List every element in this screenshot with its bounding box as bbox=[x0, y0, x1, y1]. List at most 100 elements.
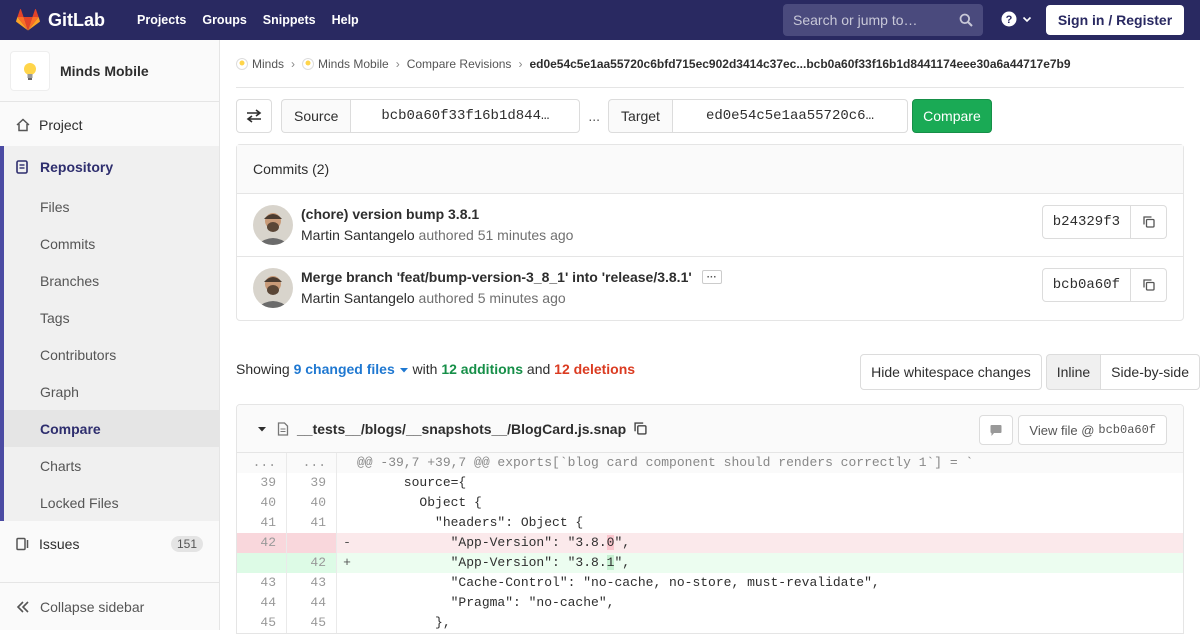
new-line-number[interactable]: 39 bbox=[287, 473, 337, 493]
copy-sha-button[interactable] bbox=[1131, 268, 1167, 302]
collapse-file-toggle[interactable] bbox=[257, 425, 267, 433]
diff-sign bbox=[337, 493, 357, 513]
comment-icon bbox=[990, 424, 1002, 436]
deletions-count: 12 deletions bbox=[554, 361, 636, 377]
side-by-side-view-button[interactable]: Side-by-side bbox=[1101, 354, 1200, 390]
sidebar-item-charts[interactable]: Charts bbox=[4, 447, 219, 484]
diff-sign bbox=[337, 593, 357, 613]
diff-file-header: __tests__/blogs/__snapshots__/BlogCard.j… bbox=[237, 405, 1183, 453]
help-dropdown[interactable]: ? bbox=[1001, 11, 1033, 27]
old-line-number[interactable]: 45 bbox=[237, 613, 287, 633]
sidebar-item-label: Issues bbox=[39, 536, 80, 552]
swap-revisions-button[interactable] bbox=[236, 99, 272, 133]
sidebar-item-commits[interactable]: Commits bbox=[4, 225, 219, 262]
nav-links: Projects Groups Snippets Help bbox=[129, 13, 367, 27]
inline-view-button[interactable]: Inline bbox=[1045, 354, 1102, 390]
new-line-number[interactable]: 42 bbox=[287, 553, 337, 573]
additions-count: 12 additions bbox=[441, 361, 524, 377]
diff-sign: - bbox=[343, 535, 351, 550]
new-line-number[interactable] bbox=[287, 533, 337, 553]
sidebar-item-graph[interactable]: Graph bbox=[4, 373, 219, 410]
diff-line: 45 45 }, bbox=[237, 613, 1183, 633]
diff-code: }, bbox=[357, 615, 451, 630]
sidebar-item-tags[interactable]: Tags bbox=[4, 299, 219, 336]
commit-title[interactable]: (chore) version bump 3.8.1 bbox=[301, 206, 479, 222]
old-line-number[interactable]: 44 bbox=[237, 593, 287, 613]
sidebar-item-locked-files[interactable]: Locked Files bbox=[4, 484, 219, 521]
copy-sha-button[interactable] bbox=[1131, 205, 1167, 239]
new-line-number[interactable]: 40 bbox=[287, 493, 337, 513]
view-file-button[interactable]: View file @ bcb0a60f bbox=[1018, 415, 1167, 445]
old-line-number[interactable]: 43 bbox=[237, 573, 287, 593]
home-icon bbox=[16, 118, 32, 132]
project-header[interactable]: Minds Mobile bbox=[0, 40, 219, 102]
nav-groups[interactable]: Groups bbox=[194, 13, 254, 27]
nav-help[interactable]: Help bbox=[324, 13, 367, 27]
new-line-number[interactable]: 43 bbox=[287, 573, 337, 593]
source-revision-dropdown[interactable]: bcb0a60f33f16b1d844… bbox=[350, 99, 581, 133]
sidebar-item-files[interactable]: Files bbox=[4, 188, 219, 225]
changed-files-dropdown[interactable]: 9 changed files bbox=[294, 361, 413, 377]
old-line-number[interactable]: 41 bbox=[237, 513, 287, 533]
avatar[interactable] bbox=[253, 205, 293, 245]
nav-projects[interactable]: Projects bbox=[129, 13, 194, 27]
commit-title[interactable]: Merge branch 'feat/bump-version-3_8_1' i… bbox=[301, 269, 722, 285]
new-line-number[interactable]: ... bbox=[287, 453, 337, 473]
commit-sha-button[interactable]: b24329f3 bbox=[1041, 205, 1131, 239]
search-icon[interactable] bbox=[959, 13, 973, 27]
hide-whitespace-button[interactable]: Hide whitespace changes bbox=[860, 354, 1042, 390]
sign-in-button[interactable]: Sign in / Register bbox=[1046, 5, 1184, 35]
commit-sha-button[interactable]: bcb0a60f bbox=[1041, 268, 1131, 302]
view-file-sha: bcb0a60f bbox=[1098, 423, 1156, 437]
old-line-number[interactable]: ... bbox=[237, 453, 287, 473]
old-line-number[interactable]: 42 bbox=[237, 533, 287, 553]
compare-button[interactable]: Compare bbox=[911, 99, 992, 133]
old-line-number[interactable] bbox=[237, 553, 287, 573]
sidebar-item-contributors[interactable]: Contributors bbox=[4, 336, 219, 373]
sidebar-item-branches[interactable]: Branches bbox=[4, 262, 219, 299]
commit-author[interactable]: Martin Santangelo bbox=[301, 227, 415, 243]
breadcrumb-current[interactable]: ed0e54c5e1aa55720c6bfd715ec902d3414c37ec… bbox=[529, 57, 1070, 71]
gitlab-logo[interactable]: GitLab bbox=[16, 9, 105, 31]
diff-file-path[interactable]: __tests__/blogs/__snapshots__/BlogCard.j… bbox=[297, 421, 626, 437]
breadcrumb-separator: › bbox=[395, 56, 400, 71]
breadcrumb-item-minds-mobile[interactable]: Minds Mobile bbox=[302, 57, 389, 71]
diff-line: 39 39 source={ bbox=[237, 473, 1183, 493]
commit-time: 51 minutes ago bbox=[477, 227, 574, 243]
new-line-number[interactable]: 45 bbox=[287, 613, 337, 633]
old-line-number[interactable]: 39 bbox=[237, 473, 287, 493]
project-name: Minds Mobile bbox=[60, 62, 149, 79]
diff-code: Object { bbox=[357, 495, 482, 510]
swap-icon bbox=[246, 109, 262, 123]
target-revision-dropdown[interactable]: ed0e54c5e1aa55720c6… bbox=[671, 99, 908, 133]
breadcrumb-item-compare[interactable]: Compare Revisions bbox=[407, 57, 512, 71]
new-line-number[interactable]: 41 bbox=[287, 513, 337, 533]
changed-files-text: 9 changed files bbox=[293, 361, 395, 377]
chevron-down-icon bbox=[1022, 16, 1032, 23]
issues-icon bbox=[16, 537, 32, 551]
toggle-comments-button[interactable] bbox=[979, 415, 1013, 445]
sidebar-item-compare[interactable]: Compare bbox=[4, 410, 219, 447]
diff-code: source={ bbox=[357, 475, 467, 490]
sidebar-item-repository[interactable]: Repository bbox=[4, 146, 219, 188]
compare-form: Source bcb0a60f33f16b1d844… ... Target e… bbox=[236, 99, 992, 133]
collapse-sidebar-button[interactable]: Collapse sidebar bbox=[0, 582, 219, 630]
commit-author[interactable]: Martin Santangelo bbox=[301, 290, 415, 306]
diff-line: 42 - "App-Version": "3.8.0", bbox=[237, 533, 1183, 553]
diff-sign bbox=[337, 513, 357, 533]
sidebar-item-issues[interactable]: Issues 151 bbox=[0, 525, 219, 563]
search-input[interactable] bbox=[793, 12, 953, 28]
nav-snippets[interactable]: Snippets bbox=[255, 13, 324, 27]
commit-sha-group: b24329f3 bbox=[1041, 205, 1167, 239]
summary-and: and bbox=[526, 361, 551, 377]
breadcrumb-item-minds[interactable]: Minds bbox=[236, 57, 284, 71]
expand-commit-message-button[interactable]: ··· bbox=[701, 270, 722, 284]
copy-file-path-button[interactable] bbox=[634, 422, 647, 435]
brand-name: GitLab bbox=[48, 9, 105, 30]
avatar[interactable] bbox=[253, 268, 293, 308]
new-line-number[interactable]: 44 bbox=[287, 593, 337, 613]
sidebar-item-project[interactable]: Project bbox=[0, 104, 219, 146]
old-line-number[interactable]: 40 bbox=[237, 493, 287, 513]
issues-count-badge: 151 bbox=[170, 536, 203, 552]
breadcrumb-text: Minds bbox=[252, 56, 285, 71]
